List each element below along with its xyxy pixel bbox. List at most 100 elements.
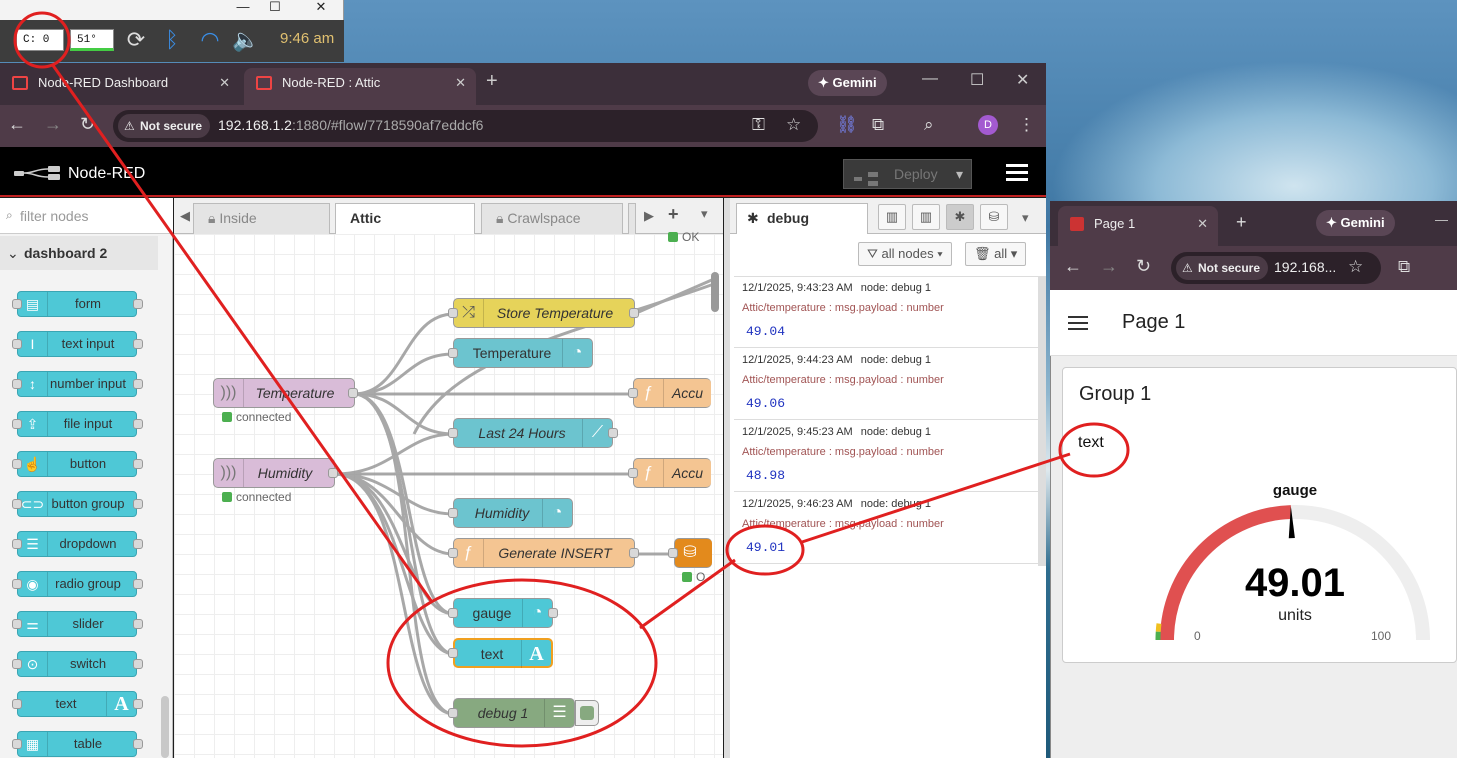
debug-toggle-button[interactable] <box>575 700 599 726</box>
chart-sidebar-button[interactable]: ▥ <box>912 204 940 230</box>
tab-crawlspace[interactable]: 🔒︎ Crawlspace <box>481 203 623 234</box>
forward-icon[interactable]: → <box>44 114 62 135</box>
change-node-store-temperature[interactable]: ⤮ Store Temperature <box>453 298 635 328</box>
close-tab-icon[interactable]: ✕ <box>219 68 230 98</box>
url-text[interactable]: 192.168.1.2:1880/#flow/7718590af7eddcf6 <box>218 117 483 133</box>
palette-node-text-input[interactable]: Itext input <box>17 331 137 357</box>
output-port[interactable] <box>608 428 618 438</box>
extensions-puzzle-icon[interactable]: ⧉ <box>872 115 884 135</box>
input-port[interactable] <box>448 648 458 658</box>
palette-node-form[interactable]: ▤ form <box>17 291 137 317</box>
output-port[interactable] <box>348 388 358 398</box>
mqtt-in-node-temperature[interactable]: ))) Temperature <box>213 378 355 408</box>
input-port[interactable] <box>448 708 458 718</box>
canvas-scrollbar[interactable] <box>711 272 719 312</box>
clear-all-button[interactable]: 🗑︎ all ▾ <box>965 242 1027 266</box>
mqtt-in-node-humidity[interactable]: ))) Humidity <box>213 458 335 488</box>
tab-attic[interactable]: Attic <box>335 203 475 234</box>
main-menu-icon[interactable] <box>1006 164 1028 184</box>
close-icon[interactable]: ✕ <box>306 0 336 18</box>
profile-avatar[interactable]: D <box>978 115 998 135</box>
palette-node-file-input[interactable]: ⇪ file input <box>17 411 137 437</box>
close-tab-icon[interactable]: ✕ <box>455 68 466 98</box>
output-port[interactable] <box>548 608 558 618</box>
context-data-button[interactable]: ⛁ <box>980 204 1008 230</box>
input-port[interactable] <box>668 548 678 558</box>
gauge-node[interactable]: gauge ◔ <box>453 598 553 628</box>
input-port[interactable] <box>628 468 638 478</box>
bluetooth-icon[interactable]: ᛒ <box>158 26 186 54</box>
debug-message[interactable]: 12/1/2025, 9:44:23 AM node: debug 1 Attic/… <box>734 348 1038 420</box>
filter-nodes-input[interactable]: filter nodes <box>0 198 173 234</box>
debug-node[interactable]: debug 1 ☰ <box>453 698 575 728</box>
flow-list-icon[interactable]: ▾ <box>701 206 708 222</box>
palette-scrollbar[interactable] <box>161 696 169 758</box>
maximize-icon[interactable]: ☐ <box>260 0 290 18</box>
tab-node-red-dashboard[interactable]: Node-RED Dashboard ✕ <box>0 68 240 105</box>
debug-message[interactable]: 12/1/2025, 9:43:23 AM node: debug 1 Attic/… <box>734 276 1038 348</box>
text-node[interactable]: text A <box>453 638 553 668</box>
palette-category-dashboard-2[interactable]: ⌄ dashboard 2 <box>0 236 158 270</box>
forward-icon[interactable]: → <box>1100 256 1118 277</box>
close-tab-icon[interactable]: ✕ <box>1197 206 1208 242</box>
back-icon[interactable]: ← <box>1064 256 1082 277</box>
new-tab-button[interactable]: + <box>486 70 498 93</box>
gemini-button[interactable]: ✦ Gemini <box>1316 210 1395 236</box>
browser-menu-icon[interactable]: ⋮ <box>1018 115 1035 135</box>
minimize-icon[interactable]: — <box>228 0 258 18</box>
debug-scrollbar[interactable] <box>1038 276 1046 566</box>
deploy-button[interactable]: Deploy ▾ <box>843 159 972 189</box>
extensions-puzzle-icon[interactable]: ⧉ <box>1398 257 1410 277</box>
tab-debug[interactable]: ✱ debug <box>736 203 868 234</box>
window-minimize-icon[interactable]: — <box>922 70 938 88</box>
not-secure-badge[interactable]: ⚠ Not secure <box>118 114 211 138</box>
scroll-tabs-left-icon[interactable]: ◀ <box>180 208 190 224</box>
palette-node-switch[interactable]: ⊙ switch <box>17 651 137 677</box>
scroll-tabs-right-icon[interactable]: ▶ <box>644 208 654 224</box>
palette-node-slider[interactable]: ⚌ slider <box>17 611 137 637</box>
palette-node-radio-group[interactable]: ◉ radio group <box>17 571 137 597</box>
new-tab-button[interactable]: + <box>1236 212 1247 233</box>
reload-icon[interactable]: ↻ <box>1136 256 1151 277</box>
wifi-icon[interactable]: ◠ <box>196 26 224 54</box>
output-port[interactable] <box>328 468 338 478</box>
window-minimize-icon[interactable]: — <box>1435 212 1448 227</box>
function-node-generate-insert[interactable]: ƒ Generate INSERT <box>453 538 635 568</box>
gauge-node-temperature[interactable]: Temperature ◔ <box>453 338 593 368</box>
extension-link-icon[interactable]: ⛓ <box>836 115 858 135</box>
input-port[interactable] <box>448 548 458 558</box>
input-port[interactable] <box>628 388 638 398</box>
volume-icon[interactable]: 🔈 <box>232 26 260 54</box>
not-secure-badge[interactable]: ⚠ Not secure <box>1176 256 1269 280</box>
palette-node-button-group[interactable]: ⊂⊃ button group <box>17 491 137 517</box>
password-key-icon[interactable]: ⚿ <box>752 115 765 135</box>
database-node[interactable]: ⛁ <box>674 538 712 568</box>
bookmark-star-icon[interactable]: ☆ <box>786 115 801 135</box>
palette-node-text[interactable]: Atext <box>17 691 137 717</box>
sidebar-menu-icon[interactable]: ▾ <box>1022 210 1029 226</box>
add-flow-icon[interactable]: + <box>668 204 679 225</box>
debug-value[interactable]: 48.98 <box>742 468 1030 483</box>
gemini-button[interactable]: ✦ Gemini <box>808 70 887 96</box>
function-node-accu-2[interactable]: ƒ Accu <box>633 458 711 488</box>
input-port[interactable] <box>448 428 458 438</box>
dashboard-sidebar-button[interactable]: ▥ <box>878 204 906 230</box>
input-port[interactable] <box>448 348 458 358</box>
tab-page-1[interactable]: Page 1 ✕ <box>1058 206 1218 246</box>
palette-node-dropdown[interactable]: ☰ dropdown <box>17 531 137 557</box>
input-port[interactable] <box>448 308 458 318</box>
tab-inside[interactable]: 🔒︎ Inside <box>193 203 330 234</box>
reload-icon[interactable]: ↻ <box>80 114 95 135</box>
palette-node-button[interactable]: ☝ button <box>17 451 137 477</box>
window-maximize-icon[interactable]: ☐ <box>970 70 984 90</box>
debug-message[interactable]: 12/1/2025, 9:45:23 AM node: debug 1 Attic/… <box>734 420 1038 492</box>
chart-node-last-24-hours[interactable]: Last 24 Hours ⟋ <box>453 418 613 448</box>
function-node-accu-1[interactable]: ƒ Accu <box>633 378 711 408</box>
output-port[interactable] <box>629 548 639 558</box>
deploy-dropdown-icon[interactable]: ▾ <box>956 160 963 188</box>
palette-node-number-input[interactable]: ↕ number input <box>17 371 137 397</box>
filter-all-nodes-button[interactable]: ⛛ all nodes ▾ <box>858 242 952 266</box>
debug-value[interactable]: 49.06 <box>742 396 1030 411</box>
debug-message[interactable]: 12/1/2025, 9:46:23 AM node: debug 1 Attic/… <box>734 492 1038 564</box>
sync-icon[interactable]: ⟳ <box>122 26 150 54</box>
